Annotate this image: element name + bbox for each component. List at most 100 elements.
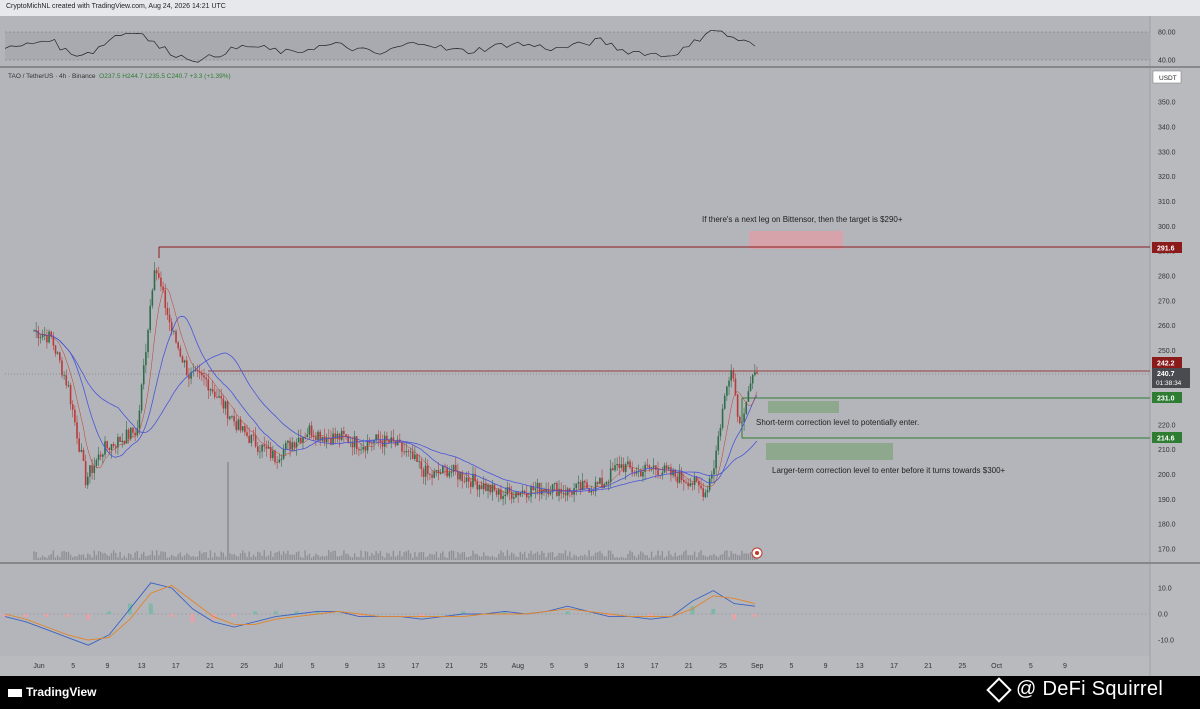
price-tick-label: 250.0: [1158, 348, 1176, 355]
candle-body: [756, 372, 758, 374]
volume-bar: [123, 555, 126, 560]
volume-bar: [663, 557, 666, 560]
candle-body: [577, 482, 580, 484]
price-tick-label: 330.0: [1158, 149, 1176, 156]
volume-bar: [502, 552, 504, 560]
volume-bar: [678, 555, 681, 560]
volume-bar: [136, 550, 138, 560]
volume-bar: [267, 555, 270, 560]
volume-bar: [700, 550, 702, 560]
volume-bar: [394, 556, 397, 560]
volume-bar: [119, 552, 121, 560]
volume-bar: [478, 556, 481, 560]
volume-bar: [536, 551, 539, 560]
candle-body: [239, 419, 242, 431]
volume-bar: [48, 555, 50, 560]
candle-body: [315, 436, 317, 441]
candle-body: [528, 496, 530, 498]
time-tick-label: Jun: [33, 663, 44, 670]
volume-bar: [287, 550, 289, 560]
candle-body: [596, 482, 599, 484]
candle-body: [56, 352, 59, 354]
candle-body: [317, 431, 319, 441]
volume-bar: [526, 557, 528, 560]
volume-bar: [429, 553, 431, 560]
volume-bar: [605, 556, 608, 560]
candle-body: [119, 436, 121, 443]
time-tick-label: 21: [446, 663, 454, 670]
volume-bar: [209, 550, 212, 560]
candle-body: [287, 440, 289, 443]
volume-bar: [732, 553, 735, 560]
volume-bar: [168, 557, 171, 560]
volume-bar: [668, 550, 670, 560]
volume-bar: [607, 550, 610, 560]
volume-bar: [532, 554, 534, 560]
candle-body: [142, 365, 145, 385]
tradingview-logo[interactable]: TradingView: [8, 685, 96, 699]
volume-bar: [622, 557, 625, 560]
volume-bar: [485, 555, 487, 560]
volume-bar: [259, 552, 261, 560]
candle-body: [719, 427, 722, 437]
volume-bar: [747, 553, 750, 560]
price-tick-label: 170.0: [1158, 547, 1176, 554]
volume-bar: [351, 557, 354, 560]
candle-body: [706, 490, 709, 493]
volume-bar: [670, 554, 672, 560]
candle-body: [409, 451, 412, 453]
candle-body: [132, 427, 134, 433]
candle-body: [244, 426, 246, 433]
price-tick-label: 210.0: [1158, 447, 1176, 454]
volume-bar: [609, 550, 612, 560]
volume-bar: [162, 551, 164, 560]
candle-body: [65, 375, 68, 386]
volume-bar: [603, 556, 605, 560]
chart-canvas[interactable]: 170.0180.0190.0200.0210.0220.0230.0240.0…: [0, 0, 1200, 709]
candle-body: [297, 437, 300, 443]
candle-body: [358, 449, 360, 451]
volume-bar: [474, 553, 476, 560]
candle-body: [213, 391, 216, 397]
macd-tick-label: -10.0: [1158, 638, 1174, 645]
candle-body: [470, 481, 472, 487]
candle-body: [114, 446, 117, 448]
volume-bar: [56, 555, 59, 560]
volume-bar: [317, 555, 319, 560]
volume-bar: [476, 553, 478, 560]
candle-body: [704, 492, 707, 498]
candle-body: [728, 380, 730, 387]
candle-body: [149, 305, 151, 331]
tag-214: 214.6: [1157, 436, 1175, 443]
volume-bar: [386, 552, 388, 560]
volume-bar: [442, 551, 444, 560]
price-tick-label: 180.0: [1158, 522, 1176, 529]
time-tick-label: 9: [824, 663, 828, 670]
volume-bar: [181, 556, 184, 560]
time-tick-label: Oct: [991, 663, 1002, 670]
candle-body: [584, 480, 586, 483]
volume-bar: [347, 554, 349, 560]
volume-bar: [508, 555, 511, 560]
volume-bar: [295, 552, 298, 560]
volume-bar: [384, 557, 386, 560]
candle-body: [698, 481, 700, 486]
volume-bar: [39, 557, 42, 560]
candle-body: [93, 465, 96, 473]
volume-bar: [175, 556, 177, 560]
volume-bar: [291, 554, 293, 560]
volume-bar: [452, 550, 455, 560]
candle-body: [612, 468, 614, 471]
candle-body: [624, 464, 627, 472]
volume-bar: [549, 552, 552, 560]
candle-body: [108, 448, 111, 450]
candle-body: [713, 468, 715, 475]
symbol-legend[interactable]: TAO / TetherUS · 4h · Binance O237.5 H24…: [8, 73, 231, 80]
volume-bar: [431, 554, 433, 560]
volume-bar: [237, 556, 240, 560]
time-tick-label: 5: [71, 663, 75, 670]
candle-body: [173, 331, 175, 332]
candle-body: [465, 477, 468, 482]
volume-bar: [573, 554, 575, 560]
volume-bar: [183, 555, 186, 560]
